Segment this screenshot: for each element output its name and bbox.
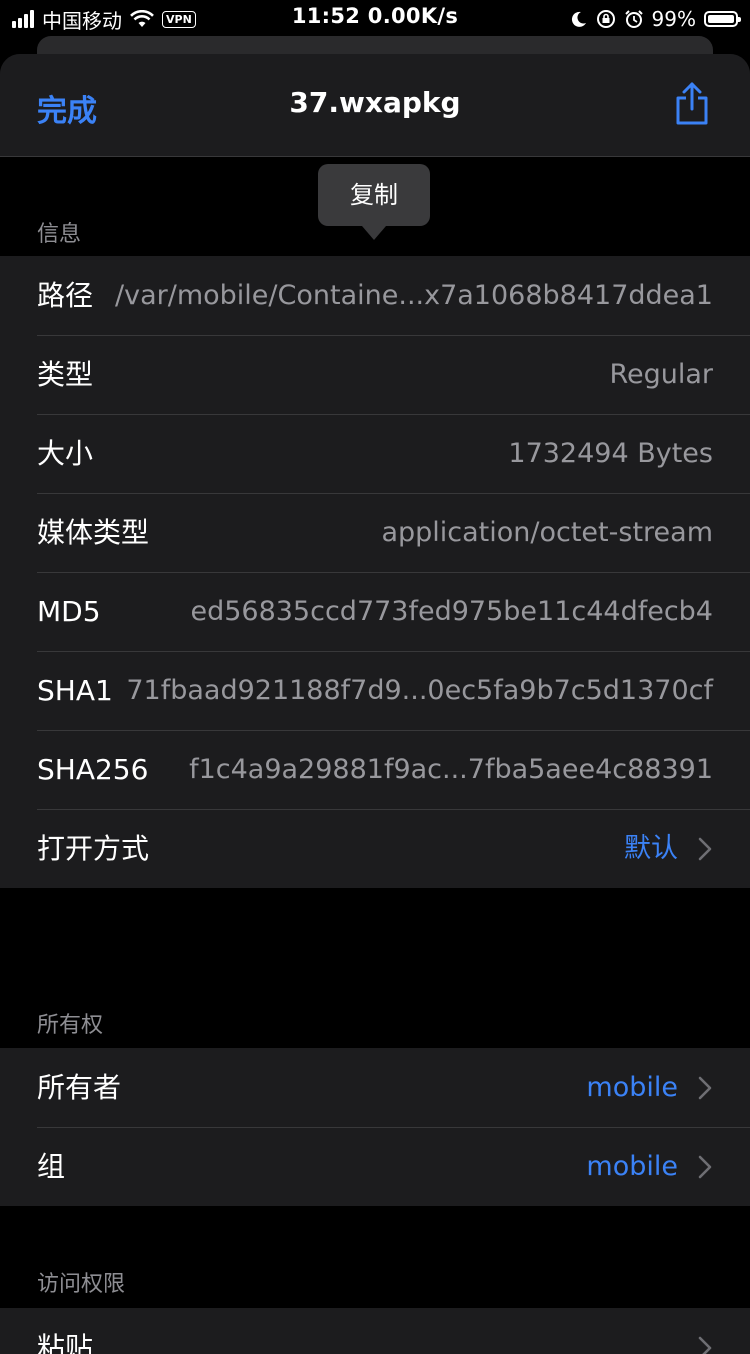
row-value: mobile xyxy=(586,1151,678,1182)
row-label: 打开方式 xyxy=(37,832,150,865)
row-size[interactable]: 大小 1732494 Bytes xyxy=(0,414,750,493)
share-icon[interactable] xyxy=(674,82,710,126)
row-group[interactable]: 组 mobile xyxy=(0,1127,750,1206)
info-group: 路径 /var/mobile/Containe...x7a1068b8417dd… xyxy=(0,256,750,888)
section-header-access: 访问权限 xyxy=(37,1272,126,1297)
row-label: 所有者 xyxy=(37,1071,122,1104)
row-media-type[interactable]: 媒体类型 application/octet-stream xyxy=(0,493,750,572)
row-label: 媒体类型 xyxy=(37,516,150,549)
row-value: /var/mobile/Containe...x7a1068b8417ddea1 xyxy=(115,280,713,311)
content-list[interactable]: 信息 路径 /var/mobile/Containe...x7a1068b841… xyxy=(0,157,750,1354)
row-paste[interactable]: 粘贴 xyxy=(0,1308,750,1354)
row-label: 类型 xyxy=(37,358,94,391)
section-header-info: 信息 xyxy=(37,222,82,247)
row-owner[interactable]: 所有者 mobile xyxy=(0,1048,750,1127)
row-value: Regular xyxy=(609,359,713,390)
row-value: 1732494 Bytes xyxy=(508,438,713,469)
status-bar: 中国移动 VPN 11:52 0.00K/s 99% xyxy=(0,0,750,38)
row-label: 路径 xyxy=(37,279,94,312)
row-md5[interactable]: MD5 ed56835ccd773fed975be11c44dfecb4 xyxy=(0,572,750,651)
chevron-right-icon xyxy=(698,1076,712,1100)
row-value: application/octet-stream xyxy=(381,517,713,548)
orientation-lock-icon xyxy=(596,10,615,28)
row-label: SHA1 xyxy=(37,674,113,707)
row-value: 71fbaad921188f7d9...0ec5fa9b7c5d1370cf xyxy=(126,675,713,706)
row-label: 大小 xyxy=(37,437,94,470)
battery-percentage: 99% xyxy=(651,7,696,31)
row-label: 粘贴 xyxy=(37,1331,94,1354)
row-value: f1c4a9a29881f9ac...7fba5aee4c88391 xyxy=(189,754,713,785)
section-header-ownership: 所有权 xyxy=(37,1013,104,1038)
row-type[interactable]: 类型 Regular xyxy=(0,335,750,414)
alarm-icon xyxy=(624,10,643,28)
ownership-group: 所有者 mobile 组 mobile xyxy=(0,1048,750,1206)
row-open-with[interactable]: 打开方式 默认 xyxy=(0,809,750,888)
row-value: 默认 xyxy=(624,833,678,864)
row-label: 组 xyxy=(37,1150,66,1183)
row-path[interactable]: 路径 /var/mobile/Containe...x7a1068b8417dd… xyxy=(0,256,750,335)
row-value: mobile xyxy=(586,1072,678,1103)
row-value: ed56835ccd773fed975be11c44dfecb4 xyxy=(190,596,713,627)
row-label: MD5 xyxy=(37,595,101,628)
battery-icon xyxy=(704,11,741,27)
row-sha256[interactable]: SHA256 f1c4a9a29881f9ac...7fba5aee4c8839… xyxy=(0,730,750,809)
row-label: SHA256 xyxy=(37,753,149,786)
access-group: 粘贴 xyxy=(0,1308,750,1354)
file-info-sheet: 完成 37.wxapkg 信息 路径 /var/mobile/Containe.… xyxy=(0,54,750,1354)
moon-icon xyxy=(571,11,586,27)
navigation-bar: 完成 37.wxapkg xyxy=(0,54,750,157)
page-title: 37.wxapkg xyxy=(289,86,461,119)
chevron-right-icon xyxy=(698,837,712,861)
copy-tooltip[interactable]: 复制 xyxy=(318,164,430,240)
chevron-right-icon xyxy=(698,1155,712,1179)
row-sha1[interactable]: SHA1 71fbaad921188f7d9...0ec5fa9b7c5d137… xyxy=(0,651,750,730)
chevron-right-icon xyxy=(698,1336,712,1354)
